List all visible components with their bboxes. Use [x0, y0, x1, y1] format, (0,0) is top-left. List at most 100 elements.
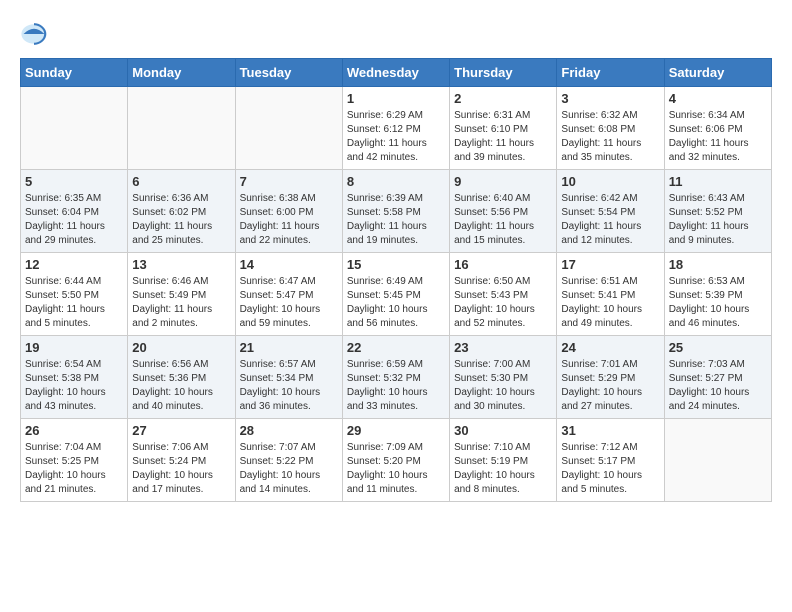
calendar-cell: 26Sunrise: 7:04 AM Sunset: 5:25 PM Dayli…: [21, 419, 128, 502]
day-info: Sunrise: 7:06 AM Sunset: 5:24 PM Dayligh…: [132, 441, 230, 497]
weekday-header-saturday: Saturday: [664, 59, 771, 87]
day-info: Sunrise: 7:04 AM Sunset: 5:25 PM Dayligh…: [25, 441, 123, 497]
day-info: Sunrise: 7:12 AM Sunset: 5:17 PM Dayligh…: [561, 441, 659, 497]
calendar-cell: 2Sunrise: 6:31 AM Sunset: 6:10 PM Daylig…: [450, 87, 557, 170]
day-number: 29: [347, 423, 445, 438]
day-info: Sunrise: 7:09 AM Sunset: 5:20 PM Dayligh…: [347, 441, 445, 497]
calendar-cell: 3 Sunrise: 6:32 AM Sunset: 6:08 PM Daylig…: [557, 87, 664, 170]
calendar-cell: [21, 87, 128, 170]
day-number: 15: [347, 257, 445, 272]
day-info: Sunrise: 6:47 AM Sunset: 5:47 PM Dayligh…: [240, 275, 338, 331]
day-info: Sunrise: 7:00 AM Sunset: 5:30 PM Dayligh…: [454, 358, 552, 414]
day-info: Sunrise: 6:32 AM Sunset: 6:08 PM Dayligh…: [561, 109, 659, 165]
calendar-cell: 14Sunrise: 6:47 AM Sunset: 5:47 PM Dayli…: [235, 253, 342, 336]
calendar-cell: [664, 419, 771, 502]
logo: [20, 20, 52, 48]
day-number: 17: [561, 257, 659, 272]
day-number: 31: [561, 423, 659, 438]
calendar-week-5: 26Sunrise: 7:04 AM Sunset: 5:25 PM Dayli…: [21, 419, 772, 502]
day-number: 5: [25, 174, 123, 189]
calendar-cell: 30 Sunrise: 7:10 AM Sunset: 5:19 PM Dayli…: [450, 419, 557, 502]
day-number: 28: [240, 423, 338, 438]
calendar-cell: 8Sunrise: 6:39 AM Sunset: 5:58 PM Daylig…: [342, 170, 449, 253]
calendar-week-3: 12 Sunrise: 6:44 AM Sunset: 5:50 PM Dayli…: [21, 253, 772, 336]
weekday-header-wednesday: Wednesday: [342, 59, 449, 87]
day-number: 6: [132, 174, 230, 189]
day-number: 13: [132, 257, 230, 272]
calendar-body: 1 Sunrise: 6:29 AM Sunset: 6:12 PM Daylig…: [21, 87, 772, 502]
calendar-cell: 7Sunrise: 6:38 AM Sunset: 6:00 PM Daylig…: [235, 170, 342, 253]
calendar-cell: 27 Sunrise: 7:06 AM Sunset: 5:24 PM Dayli…: [128, 419, 235, 502]
day-number: 2: [454, 91, 552, 106]
logo-icon: [20, 20, 48, 48]
calendar-cell: 13 Sunrise: 6:46 AM Sunset: 5:49 PM Dayli…: [128, 253, 235, 336]
day-number: 18: [669, 257, 767, 272]
calendar-cell: 31 Sunrise: 7:12 AM Sunset: 5:17 PM Dayli…: [557, 419, 664, 502]
calendar-week-1: 1 Sunrise: 6:29 AM Sunset: 6:12 PM Daylig…: [21, 87, 772, 170]
calendar-cell: 4 Sunrise: 6:34 AM Sunset: 6:06 PM Daylig…: [664, 87, 771, 170]
calendar-cell: 16 Sunrise: 6:50 AM Sunset: 5:43 PM Dayli…: [450, 253, 557, 336]
day-number: 19: [25, 340, 123, 355]
calendar-week-4: 19Sunrise: 6:54 AM Sunset: 5:38 PM Dayli…: [21, 336, 772, 419]
day-info: Sunrise: 6:34 AM Sunset: 6:06 PM Dayligh…: [669, 109, 767, 165]
calendar-cell: 19Sunrise: 6:54 AM Sunset: 5:38 PM Dayli…: [21, 336, 128, 419]
day-info: Sunrise: 7:03 AM Sunset: 5:27 PM Dayligh…: [669, 358, 767, 414]
day-number: 25: [669, 340, 767, 355]
day-info: Sunrise: 6:40 AM Sunset: 5:56 PM Dayligh…: [454, 192, 552, 248]
day-number: 3: [561, 91, 659, 106]
day-info: Sunrise: 6:42 AM Sunset: 5:54 PM Dayligh…: [561, 192, 659, 248]
day-number: 20: [132, 340, 230, 355]
weekday-header-thursday: Thursday: [450, 59, 557, 87]
day-number: 27: [132, 423, 230, 438]
day-info: Sunrise: 6:44 AM Sunset: 5:50 PM Dayligh…: [25, 275, 123, 331]
weekday-header-monday: Monday: [128, 59, 235, 87]
day-info: Sunrise: 6:59 AM Sunset: 5:32 PM Dayligh…: [347, 358, 445, 414]
calendar-cell: 28 Sunrise: 7:07 AM Sunset: 5:22 PM Dayli…: [235, 419, 342, 502]
calendar-cell: 21Sunrise: 6:57 AM Sunset: 5:34 PM Dayli…: [235, 336, 342, 419]
day-info: Sunrise: 6:49 AM Sunset: 5:45 PM Dayligh…: [347, 275, 445, 331]
calendar-cell: 20 Sunrise: 6:56 AM Sunset: 5:36 PM Dayli…: [128, 336, 235, 419]
day-info: Sunrise: 7:01 AM Sunset: 5:29 PM Dayligh…: [561, 358, 659, 414]
day-info: Sunrise: 6:29 AM Sunset: 6:12 PM Dayligh…: [347, 109, 445, 165]
calendar-cell: 24 Sunrise: 7:01 AM Sunset: 5:29 PM Dayli…: [557, 336, 664, 419]
day-info: Sunrise: 7:07 AM Sunset: 5:22 PM Dayligh…: [240, 441, 338, 497]
day-number: 22: [347, 340, 445, 355]
calendar-cell: 23 Sunrise: 7:00 AM Sunset: 5:30 PM Dayli…: [450, 336, 557, 419]
day-info: Sunrise: 6:38 AM Sunset: 6:00 PM Dayligh…: [240, 192, 338, 248]
day-info: Sunrise: 6:50 AM Sunset: 5:43 PM Dayligh…: [454, 275, 552, 331]
day-number: 12: [25, 257, 123, 272]
calendar-cell: 25 Sunrise: 7:03 AM Sunset: 5:27 PM Dayli…: [664, 336, 771, 419]
day-number: 30: [454, 423, 552, 438]
calendar-cell: 6 Sunrise: 6:36 AM Sunset: 6:02 PM Daylig…: [128, 170, 235, 253]
day-number: 11: [669, 174, 767, 189]
calendar-cell: 22 Sunrise: 6:59 AM Sunset: 5:32 PM Dayli…: [342, 336, 449, 419]
calendar-cell: 15 Sunrise: 6:49 AM Sunset: 5:45 PM Dayli…: [342, 253, 449, 336]
calendar-header: SundayMondayTuesdayWednesdayThursdayFrid…: [21, 59, 772, 87]
calendar-cell: 18 Sunrise: 6:53 AM Sunset: 5:39 PM Dayli…: [664, 253, 771, 336]
day-info: Sunrise: 6:39 AM Sunset: 5:58 PM Dayligh…: [347, 192, 445, 248]
calendar-cell: [235, 87, 342, 170]
day-number: 10: [561, 174, 659, 189]
calendar-week-2: 5Sunrise: 6:35 AM Sunset: 6:04 PM Daylig…: [21, 170, 772, 253]
page-header: [20, 20, 772, 48]
calendar-cell: [128, 87, 235, 170]
day-number: 24: [561, 340, 659, 355]
weekday-header-tuesday: Tuesday: [235, 59, 342, 87]
day-info: Sunrise: 6:46 AM Sunset: 5:49 PM Dayligh…: [132, 275, 230, 331]
day-number: 23: [454, 340, 552, 355]
day-info: Sunrise: 6:56 AM Sunset: 5:36 PM Dayligh…: [132, 358, 230, 414]
calendar-cell: 10 Sunrise: 6:42 AM Sunset: 5:54 PM Dayli…: [557, 170, 664, 253]
calendar-cell: 5Sunrise: 6:35 AM Sunset: 6:04 PM Daylig…: [21, 170, 128, 253]
day-number: 1: [347, 91, 445, 106]
day-number: 21: [240, 340, 338, 355]
day-info: Sunrise: 6:53 AM Sunset: 5:39 PM Dayligh…: [669, 275, 767, 331]
day-info: Sunrise: 6:36 AM Sunset: 6:02 PM Dayligh…: [132, 192, 230, 248]
day-info: Sunrise: 6:43 AM Sunset: 5:52 PM Dayligh…: [669, 192, 767, 248]
weekday-header-friday: Friday: [557, 59, 664, 87]
day-number: 16: [454, 257, 552, 272]
day-info: Sunrise: 6:51 AM Sunset: 5:41 PM Dayligh…: [561, 275, 659, 331]
calendar-cell: 9Sunrise: 6:40 AM Sunset: 5:56 PM Daylig…: [450, 170, 557, 253]
day-number: 4: [669, 91, 767, 106]
day-info: Sunrise: 7:10 AM Sunset: 5:19 PM Dayligh…: [454, 441, 552, 497]
calendar-cell: 17 Sunrise: 6:51 AM Sunset: 5:41 PM Dayli…: [557, 253, 664, 336]
